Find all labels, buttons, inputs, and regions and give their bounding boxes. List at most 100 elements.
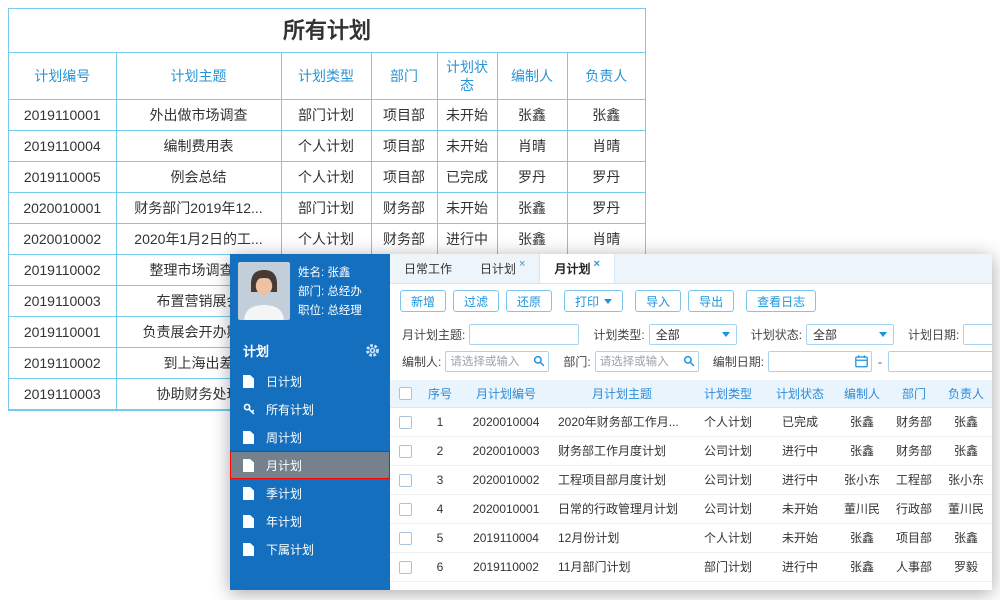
select-all-checkbox[interactable] <box>398 387 412 401</box>
col-creator: 编制人 <box>497 53 568 100</box>
cell-subject-link[interactable]: 财务部工作月度计划 <box>552 436 692 466</box>
cell-owner-link[interactable]: 张小东 <box>940 465 992 495</box>
table-row[interactable]: 5 2019110004 12月份计划 个人计划 未开始 张鑫 项目部 张鑫 <box>390 523 992 553</box>
cell-subject-link[interactable]: 12月份计划 <box>552 523 692 553</box>
sidebar-item-daily-plan[interactable]: 日计划 <box>230 367 390 395</box>
document-icon <box>243 542 257 556</box>
cell-checkbox <box>390 523 420 553</box>
cell-subject-link[interactable]: 日常的行政管理月计划 <box>552 494 692 524</box>
cell-no: 3 <box>420 465 460 495</box>
cell-plan-id-link[interactable]: 2020010003 <box>460 436 552 466</box>
sidebar-item-annual-plan[interactable]: 年计划 <box>230 507 390 535</box>
cell-plan-id: 2019110004 <box>9 130 117 162</box>
import-button[interactable]: 导入 <box>635 290 682 312</box>
table-row[interactable]: 2019110001 外出做市场调查 部门计划 项目部 未开始 张鑫 张鑫 <box>9 99 645 131</box>
table-row[interactable]: 3 2020010002 工程项目部月度计划 公司计划 进行中 张小东 工程部 … <box>390 465 992 495</box>
sidebar-item-all-plans[interactable]: 所有计划 <box>230 395 390 423</box>
cell-owner-link[interactable]: 董川民 <box>940 494 992 524</box>
search-icon[interactable] <box>683 355 695 367</box>
cell-creator-link[interactable]: 董川民 <box>836 494 888 524</box>
table-row[interactable]: 2020010001 财务部门2019年12... 部门计划 财务部 未开始 张… <box>9 192 645 224</box>
table-header-row: 序号 月计划编号 月计划主题 计划类型 计划状态 编制人 部门 负责人 <box>390 380 992 408</box>
col-checkbox <box>390 380 420 408</box>
tab-daily-plan[interactable]: 日计划 × <box>466 254 539 283</box>
sidebar-item-quarterly-plan[interactable]: 季计划 <box>230 479 390 507</box>
view-log-button[interactable]: 查看日志 <box>746 290 817 312</box>
col-creator: 编制人 <box>836 380 888 408</box>
sidebar-item-weekly-plan[interactable]: 周计划 <box>230 423 390 451</box>
cell-plan-id-link[interactable]: 2019110002 <box>460 552 552 582</box>
row-checkbox[interactable] <box>398 473 412 487</box>
row-checkbox[interactable] <box>398 502 412 516</box>
table-row[interactable]: 2 2020010003 财务部工作月度计划 公司计划 进行中 张鑫 财务部 张… <box>390 436 992 466</box>
row-checkbox[interactable] <box>398 560 412 574</box>
table-row[interactable]: 4 2020010001 日常的行政管理月计划 公司计划 未开始 董川民 行政部… <box>390 494 992 524</box>
create-date-end-input[interactable] <box>888 351 992 372</box>
col-plan-id: 计划编号 <box>9 53 117 100</box>
table-row[interactable]: 1 2020010004 2020年财务部工作月... 个人计划 已完成 张鑫 … <box>390 407 992 437</box>
plan-status-select[interactable]: 全部 <box>806 324 895 345</box>
cell-plan-id-link[interactable]: 2020010001 <box>460 494 552 524</box>
sidebar-item-label: 月计划 <box>266 458 303 473</box>
cell-owner-link[interactable]: 罗毅 <box>940 552 992 582</box>
row-checkbox[interactable] <box>398 415 412 429</box>
cell-type: 部门计划 <box>281 99 372 131</box>
document-icon <box>243 430 257 444</box>
add-button[interactable]: 新增 <box>400 290 447 312</box>
cell-owner-link[interactable]: 张鑫 <box>940 523 992 553</box>
cell-creator-link[interactable]: 张鑫 <box>836 552 888 582</box>
cell-subject-link[interactable]: 工程项目部月度计划 <box>552 465 692 495</box>
cell-subject: 2020年1月2日的工... <box>116 223 282 255</box>
sidebar-item-monthly-plan[interactable]: 月计划 <box>230 451 390 479</box>
page-title: 所有计划 <box>9 9 645 53</box>
table-row[interactable]: 2019110004 编制费用表 个人计划 项目部 未开始 肖晴 肖晴 <box>9 130 645 162</box>
cell-plan-id-link[interactable]: 2020010002 <box>460 465 552 495</box>
cell-owner-link[interactable]: 张鑫 <box>940 436 992 466</box>
plan-date-input[interactable] <box>963 324 992 345</box>
gear-icon[interactable] <box>365 343 380 358</box>
row-checkbox[interactable] <box>398 444 412 458</box>
table-row[interactable]: 2020010002 2020年1月2日的工... 个人计划 财务部 进行中 张… <box>9 223 645 255</box>
profile-department: 部门: 总经办 <box>298 286 362 298</box>
export-button[interactable]: 导出 <box>688 290 735 312</box>
cell-plan-id-link[interactable]: 2020010004 <box>460 407 552 437</box>
sidebar-item-subordinate-plans[interactable]: 下属计划 <box>230 535 390 563</box>
filter-button[interactable]: 过滤 <box>453 290 500 312</box>
cell-dept: 财务部 <box>888 407 940 437</box>
tab-daily-work[interactable]: 日常工作 <box>390 254 466 283</box>
month-plans-table: 序号 月计划编号 月计划主题 计划类型 计划状态 编制人 部门 负责人 1 20… <box>390 380 992 582</box>
reset-button[interactable]: 还原 <box>506 290 553 312</box>
col-status: 计划状态 <box>437 53 498 100</box>
table-row[interactable]: 6 2019110002 11月部门计划 部门计划 进行中 张鑫 人事部 罗毅 <box>390 552 992 582</box>
cell-type: 个人计划 <box>281 130 372 162</box>
cell-plan-id: 2019110005 <box>9 161 117 193</box>
tab-monthly-plan[interactable]: 月计划 × <box>539 254 615 283</box>
cell-plan-id: 2019110003 <box>9 378 117 410</box>
cell-owner-link[interactable]: 张鑫 <box>940 407 992 437</box>
table-row[interactable]: 2019110005 例会总结 个人计划 项目部 已完成 罗丹 罗丹 <box>9 161 645 193</box>
col-no: 序号 <box>420 380 460 408</box>
search-icon[interactable] <box>533 355 545 367</box>
cell-creator-link[interactable]: 张小东 <box>836 465 888 495</box>
cell-plan-id-link[interactable]: 2019110004 <box>460 523 552 553</box>
plan-date-filter-label: 计划日期: <box>908 328 960 342</box>
monthly-subject-input[interactable] <box>469 324 580 345</box>
cell-type: 个人计划 <box>281 223 372 255</box>
row-checkbox[interactable] <box>398 531 412 545</box>
cell-subject-link[interactable]: 2020年财务部工作月... <box>552 407 692 437</box>
cell-checkbox <box>390 407 420 437</box>
main-content: 日常工作 日计划 × 月计划 × 新增 过滤 还原 打印 导入 导出 查看日志 月计… <box>390 254 992 590</box>
cell-creator-link[interactable]: 张鑫 <box>836 407 888 437</box>
print-button[interactable]: 打印 <box>564 290 624 312</box>
tab-close-icon[interactable]: × <box>593 258 599 270</box>
calendar-icon[interactable] <box>855 355 868 368</box>
tab-label: 日计划 <box>480 262 517 276</box>
sidebar: 姓名: 张鑫 部门: 总经办 职位: 总经理 计划 日计划 所有计划 周计划 月… <box>230 254 390 590</box>
plan-type-select[interactable]: 全部 <box>648 324 737 345</box>
cell-creator-link[interactable]: 张鑫 <box>836 523 888 553</box>
cell-subject-link[interactable]: 11月部门计划 <box>552 552 692 582</box>
cell-creator-link[interactable]: 张鑫 <box>836 436 888 466</box>
cell-subject: 财务部门2019年12... <box>116 192 282 224</box>
col-status: 计划状态 <box>764 380 836 408</box>
tab-close-icon[interactable]: × <box>519 258 525 270</box>
